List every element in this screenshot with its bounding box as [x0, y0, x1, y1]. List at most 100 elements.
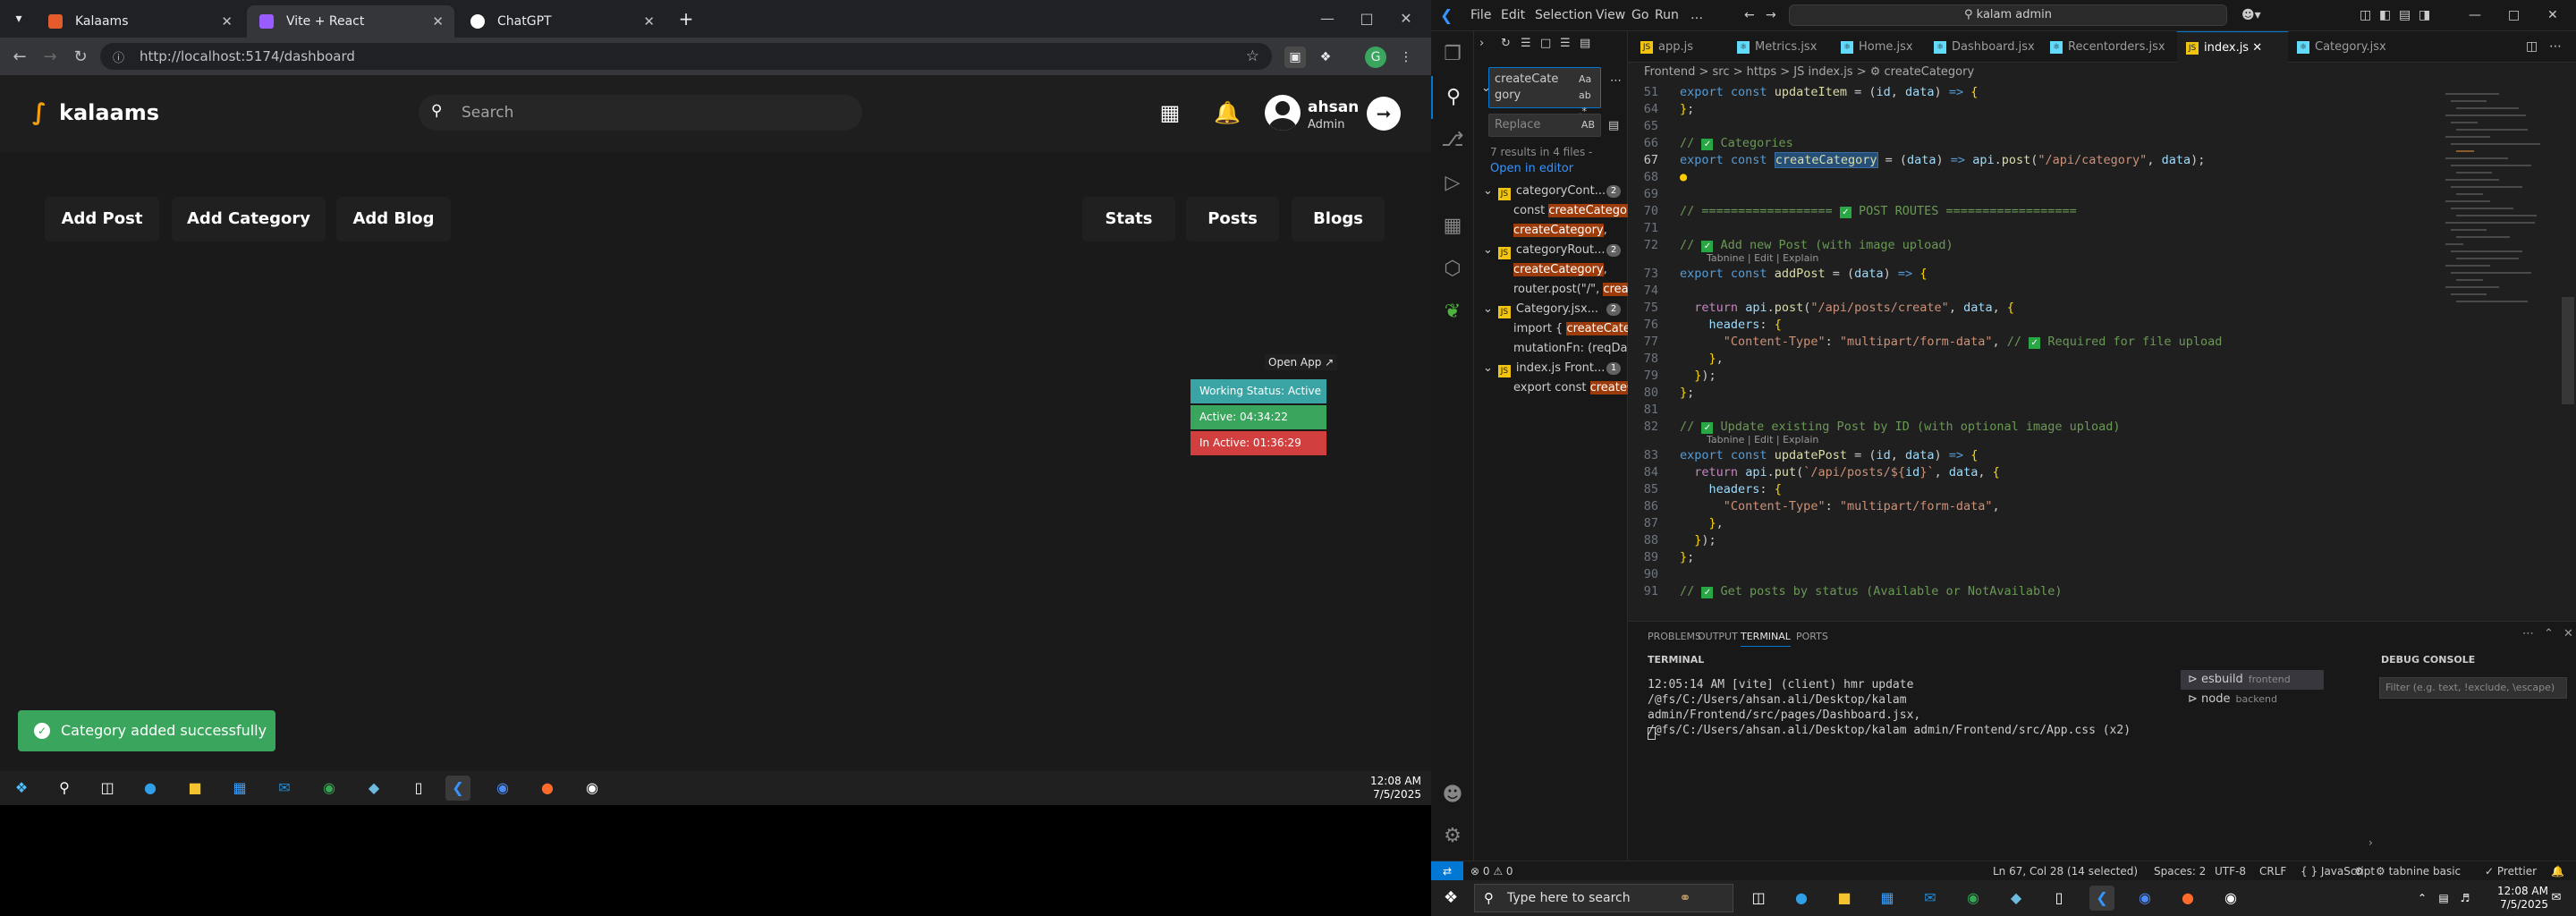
maximize-icon[interactable]: □ [2508, 0, 2520, 31]
search-result-line[interactable]: createCategory, [1513, 221, 1630, 241]
code-line[interactable]: 74 [1628, 283, 2460, 300]
code-line[interactable]: 81 [1628, 402, 2460, 419]
code-line[interactable]: 80}; [1628, 385, 2460, 402]
status-tabnine[interactable]: ⚙ tabnine basic [2376, 861, 2461, 880]
open-in-editor-link[interactable]: Open in editor [1490, 162, 1573, 175]
view-as-tree-icon[interactable]: ☰ [1560, 37, 1571, 50]
search-result-file[interactable]: ⌄ JS categoryRout... 2 [1483, 241, 1623, 260]
editor-tab[interactable]: ⚛ Recentorders.jsx [2041, 31, 2177, 63]
tab-terminal[interactable]: TERMINAL [1741, 631, 1791, 647]
store-icon[interactable]: ▦ [1875, 886, 1900, 911]
copilot-status-icon[interactable]: ⚙ [2354, 861, 2364, 880]
code-line[interactable]: 51 export const updateItem = (id, data) =… [1628, 84, 2460, 101]
more-actions-icon[interactable]: ⋯ [2549, 31, 2562, 63]
tab-output[interactable]: OUTPUT [1698, 631, 1738, 642]
toggle-replace-icon[interactable]: › [1479, 37, 1484, 50]
split-editor-icon[interactable]: ◫ [2526, 31, 2538, 63]
code-line[interactable]: 67 export const createCategory = (data) =… [1628, 152, 2460, 169]
code-line[interactable]: 84 return api.put(`/api/posts/${id}`, da… [1628, 464, 2460, 481]
code-line[interactable]: 65 [1628, 118, 2460, 135]
zoom-icon[interactable]: ◉ [2132, 886, 2157, 911]
windows-start-icon[interactable]: ❖ [9, 776, 34, 801]
browser-tab-chatgpt[interactable]: ChatGPT ✕ [458, 5, 665, 38]
add-category-button[interactable]: Add Category [172, 197, 326, 242]
app-icon[interactable]: ◉ [2218, 886, 2243, 911]
add-blog-button[interactable]: Add Blog [336, 197, 451, 242]
bookmark-star-icon[interactable]: ☆ [1246, 43, 1259, 70]
close-window-icon[interactable]: ✕ [1388, 5, 1424, 32]
code-line[interactable]: 66// ✓ Categories [1628, 135, 2460, 152]
windows-start-icon[interactable]: ❖ [1444, 889, 1462, 907]
task-view-icon[interactable]: ◫ [1746, 886, 1771, 911]
editor-tab[interactable]: ⚛ Home.jsx [1832, 31, 1925, 63]
terminal-icon[interactable]: ▯ [406, 776, 431, 801]
menu-go[interactable]: Go [1631, 0, 1648, 31]
app-icon[interactable]: ◆ [2004, 886, 2029, 911]
editor-tab[interactable]: ⚛ Category.jsx [2288, 31, 2408, 63]
editor-tab[interactable]: JS app.js [1631, 31, 1728, 63]
code-line[interactable]: 73 export const addPost = (data) => { [1628, 266, 2460, 283]
notification-center-icon[interactable]: ✉ [2544, 886, 2569, 911]
notifications-bell-icon[interactable]: 🔔 [2551, 861, 2564, 880]
status-eol[interactable]: CRLF [2259, 861, 2286, 880]
code-editor[interactable]: 51 export const updateItem = (id, data) =… [1628, 82, 2576, 621]
remote-explorer-icon[interactable]: ⬡ [1431, 248, 1474, 291]
preserve-case-toggle[interactable]: AB [1581, 114, 1595, 136]
mongodb-icon[interactable]: ❦ [1431, 291, 1474, 334]
new-search-editor-icon[interactable]: □ [1540, 37, 1551, 50]
close-window-icon[interactable]: ✕ [2547, 0, 2558, 31]
layout-icon[interactable]: ◫ [2360, 0, 2371, 31]
profile-avatar-icon[interactable]: G [1365, 47, 1386, 68]
code-line[interactable]: 64}; [1628, 101, 2460, 118]
status-problems[interactable]: ⊗ 0 ⚠ 0 [1470, 861, 1513, 880]
close-tab-icon[interactable]: ✕ [643, 5, 655, 38]
chevron-right-icon[interactable]: › [2368, 836, 2373, 849]
debug-filter-input[interactable]: Filter (e.g. text, !exclude, \escape) [2379, 677, 2567, 699]
breadcrumb[interactable]: Frontend > src > https > JS index.js > ⚙… [1628, 63, 2576, 82]
menu-selection[interactable]: Selection [1535, 0, 1593, 31]
editor-tab[interactable]: ⚛ Metrics.jsx [1728, 31, 1832, 63]
new-tab-icon[interactable]: + [674, 7, 698, 30]
close-panel-icon[interactable]: ✕ [2563, 627, 2573, 640]
search-result-line[interactable]: createCategory, [1513, 260, 1630, 280]
browser-tab-vite-react[interactable]: Vite + React ✕ [247, 5, 454, 38]
code-line[interactable]: 90 [1628, 566, 2460, 583]
search-result-line[interactable]: export const createC [1513, 378, 1630, 398]
terminal-item-node[interactable]: ⊳ node backend [2181, 690, 2324, 709]
chrome-icon[interactable]: ◉ [1961, 886, 1986, 911]
editor-scrollbar[interactable] [2562, 297, 2574, 404]
search-result-file[interactable]: ⌄ JS categoryCont... 2 [1483, 182, 1623, 201]
settings-gear-icon[interactable]: ⚙ [1431, 815, 1474, 858]
toggle-secondary-icon[interactable]: ◨ [2419, 0, 2430, 31]
code-line[interactable]: 85 headers: { [1628, 481, 2460, 498]
clear-results-icon[interactable]: ☰ [1521, 37, 1531, 50]
tab-search-icon[interactable]: ▾ [7, 7, 30, 30]
source-control-icon[interactable]: ⎇ [1431, 119, 1474, 162]
browser-menu-icon[interactable]: ⋮ [1395, 47, 1417, 68]
edge-icon[interactable]: ● [138, 776, 163, 801]
copilot-icon[interactable]: ☻▾ [2241, 0, 2261, 31]
store-icon[interactable]: ▦ [227, 776, 252, 801]
search-result-line[interactable]: router.post("/", create [1513, 280, 1630, 300]
code-line[interactable]: 79 }); [1628, 368, 2460, 385]
file-explorer-icon[interactable]: ■ [182, 776, 208, 801]
collapse-all-icon[interactable]: ▤ [1580, 37, 1590, 50]
vscode-taskbar-icon[interactable]: ❮ [2089, 886, 2114, 911]
minimap[interactable] [2433, 82, 2549, 621]
vscode-taskbar-icon[interactable]: ❮ [445, 776, 470, 801]
logout-icon[interactable]: ➞ [1367, 97, 1401, 131]
blogs-button[interactable]: Blogs [1292, 197, 1385, 242]
user-avatar[interactable] [1265, 95, 1301, 131]
toggle-panel-icon[interactable]: ▤ [2399, 0, 2411, 31]
zoom-icon[interactable]: ◉ [490, 776, 515, 801]
volume-icon[interactable]: ♬ [2453, 886, 2478, 911]
status-cursor-position[interactable]: Ln 67, Col 28 (14 selected) [1993, 861, 2138, 880]
toggle-sidebar-icon[interactable]: ◧ [2379, 0, 2391, 31]
address-bar[interactable]: ⓘ http://localhost:5174/dashboard ☆ [100, 43, 1272, 70]
extensions-icon[interactable]: ▦ [1431, 205, 1474, 248]
minimize-icon[interactable]: — [1309, 5, 1345, 32]
file-explorer-icon[interactable]: ■ [1832, 886, 1857, 911]
posts-button[interactable]: Posts [1186, 197, 1279, 242]
code-line[interactable]: 76 headers: { [1628, 317, 2460, 334]
code-line[interactable]: 75 return api.post("/api/posts/create", … [1628, 300, 2460, 317]
